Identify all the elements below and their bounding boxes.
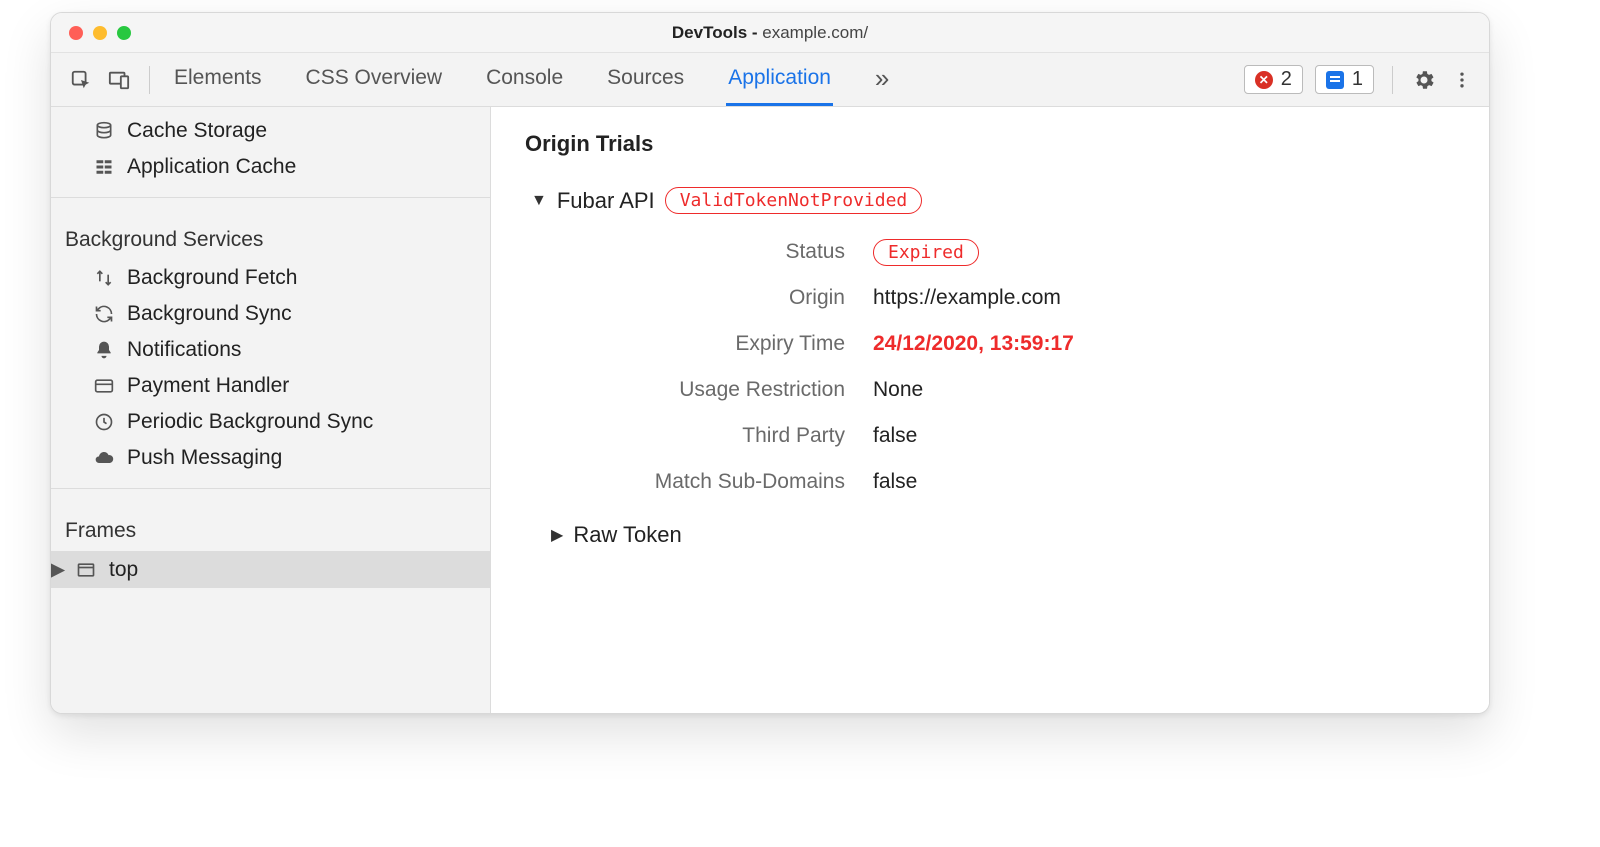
content-pane: Origin Trials ▼ Fubar API ValidTokenNotP… <box>491 107 1489 713</box>
tab-css-overview[interactable]: CSS Overview <box>304 53 445 106</box>
issues-badge[interactable]: 1 <box>1315 65 1374 94</box>
origin-value: https://example.com <box>873 286 1455 310</box>
status-value: Expired <box>873 240 1455 264</box>
tab-sources[interactable]: Sources <box>605 53 686 106</box>
sidebar-divider <box>51 197 490 198</box>
errors-badge[interactable]: ✕ 2 <box>1244 65 1303 94</box>
origin-trial-header[interactable]: ▼ Fubar API ValidTokenNotProvided <box>531 187 1455 214</box>
devtools-window: DevTools - example.com/ Elements CSS Ove… <box>50 12 1490 714</box>
expiry-time-value: 24/12/2020, 13:59:17 <box>873 332 1455 356</box>
toolbar-separator-2 <box>1392 66 1393 94</box>
settings-icon[interactable] <box>1411 67 1437 93</box>
window-title-suffix: example.com/ <box>762 23 868 42</box>
sidebar-item-payment-handler[interactable]: Payment Handler <box>51 368 490 404</box>
sidebar-group-background-services: Background Services <box>51 210 490 260</box>
sidebar-item-label: top <box>109 558 138 582</box>
tab-elements[interactable]: Elements <box>172 53 264 106</box>
panel-body: Cache Storage Application Cache Backgrou… <box>51 107 1489 713</box>
sidebar-item-label: Background Sync <box>127 302 292 326</box>
status-badge: Expired <box>873 239 979 266</box>
section-heading-origin-trials: Origin Trials <box>525 131 1455 157</box>
tab-application[interactable]: Application <box>726 53 833 106</box>
sidebar-item-label: Application Cache <box>127 155 296 179</box>
inspect-element-icon[interactable] <box>65 64 97 96</box>
sidebar-item-notifications[interactable]: Notifications <box>51 332 490 368</box>
sidebar-divider-2 <box>51 488 490 489</box>
chevron-right-icon: ▶ <box>51 557 63 582</box>
expiry-time-label: Expiry Time <box>545 332 845 356</box>
application-sidebar: Cache Storage Application Cache Backgrou… <box>51 107 491 713</box>
sidebar-item-background-sync[interactable]: Background Sync <box>51 296 490 332</box>
sidebar-item-label: Background Fetch <box>127 266 297 290</box>
status-label: Status <box>545 240 845 264</box>
more-options-icon[interactable] <box>1449 67 1475 93</box>
clock-icon <box>93 411 115 433</box>
origin-trial-name: Fubar API <box>557 188 655 214</box>
sidebar-item-label: Periodic Background Sync <box>127 410 373 434</box>
main-toolbar: Elements CSS Overview Console Sources Ap… <box>51 53 1489 107</box>
sidebar-item-background-fetch[interactable]: Background Fetch <box>51 260 490 296</box>
frame-icon <box>75 559 97 581</box>
errors-count: 2 <box>1281 68 1292 91</box>
origin-trial-details: Status Expired Origin https://example.co… <box>545 240 1455 494</box>
issues-count: 1 <box>1352 68 1363 91</box>
sidebar-item-label: Push Messaging <box>127 446 282 470</box>
raw-token-label: Raw Token <box>573 522 681 548</box>
toolbar-right: ✕ 2 1 <box>1244 65 1475 94</box>
device-toolbar-icon[interactable] <box>103 64 135 96</box>
toolbar-separator <box>149 66 150 94</box>
sidebar-item-application-cache[interactable]: Application Cache <box>51 149 490 185</box>
sidebar-group-frames: Frames <box>51 501 490 551</box>
third-party-value: false <box>873 424 1455 448</box>
match-sub-domains-label: Match Sub-Domains <box>545 470 845 494</box>
more-tabs-button[interactable]: » <box>873 53 891 106</box>
bell-icon <box>93 339 115 361</box>
titlebar: DevTools - example.com/ <box>51 13 1489 53</box>
usage-restriction-value: None <box>873 378 1455 402</box>
chevron-right-icon: ▶ <box>551 525 563 545</box>
sidebar-item-push-messaging[interactable]: Push Messaging <box>51 440 490 476</box>
sync-icon <box>93 303 115 325</box>
origin-label: Origin <box>545 286 845 310</box>
tab-console[interactable]: Console <box>484 53 565 106</box>
cloud-icon <box>93 447 115 469</box>
trial-token-status-badge: ValidTokenNotProvided <box>665 187 923 214</box>
match-sub-domains-value: false <box>873 470 1455 494</box>
raw-token-row[interactable]: ▶ Raw Token <box>551 522 1455 548</box>
credit-card-icon <box>93 375 115 397</box>
sidebar-item-label: Cache Storage <box>127 119 267 143</box>
third-party-label: Third Party <box>545 424 845 448</box>
sidebar-item-label: Payment Handler <box>127 374 289 398</box>
sidebar-item-label: Notifications <box>127 338 241 362</box>
database-icon <box>93 120 115 142</box>
chevron-down-icon: ▼ <box>531 192 547 210</box>
sidebar-item-periodic-background-sync[interactable]: Periodic Background Sync <box>51 404 490 440</box>
issues-icon <box>1326 71 1344 89</box>
error-icon: ✕ <box>1255 71 1273 89</box>
panel-tabs: Elements CSS Overview Console Sources Ap… <box>172 53 891 106</box>
window-title-prefix: DevTools - <box>672 23 762 42</box>
usage-restriction-label: Usage Restriction <box>545 378 845 402</box>
grid-icon <box>93 156 115 178</box>
transfer-icon <box>93 267 115 289</box>
sidebar-item-frame-top[interactable]: ▶ top <box>51 551 490 588</box>
window-title: DevTools - example.com/ <box>51 23 1489 43</box>
sidebar-item-cache-storage[interactable]: Cache Storage <box>51 113 490 149</box>
